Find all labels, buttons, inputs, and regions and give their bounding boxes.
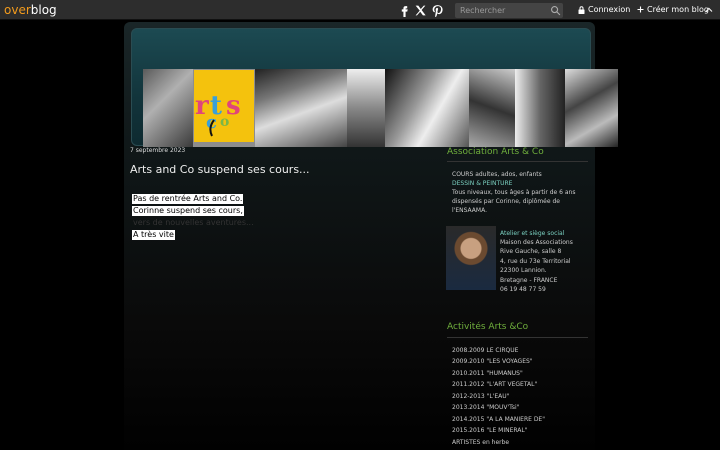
banner-photo <box>385 69 469 147</box>
logo-over: over <box>4 3 31 17</box>
create-blog-link[interactable]: Créer mon blog <box>637 4 709 15</box>
post-date: 7 septembre 2023 <box>130 147 186 154</box>
banner-photo <box>515 69 565 147</box>
facebook-icon[interactable] <box>397 3 411 17</box>
activity-link[interactable]: 2013.2014 "MOUV'Tsi" <box>452 404 519 411</box>
banner-photo <box>255 69 347 147</box>
sidebar-divider <box>447 337 588 338</box>
post-line: Corinne suspend ses cours, <box>132 206 244 216</box>
activity-link[interactable]: 2012-2013 "L'EAU" <box>452 393 509 400</box>
post-line: vers de nouvelles aventures... <box>133 218 254 227</box>
overblog-logo[interactable]: overblog <box>4 2 57 18</box>
avatar <box>446 226 496 290</box>
post-line: Pas de rentrée Arts and Co. <box>132 194 244 204</box>
activity-link[interactable]: 2008.2009 LE CIRQUE <box>452 347 518 354</box>
search-input[interactable] <box>455 3 563 18</box>
activity-link[interactable]: 2010.2011 "HUMANUS" <box>452 370 523 377</box>
arts-and-co-logo-art: a r t s c o <box>178 70 254 142</box>
sidebar-title-association: Association Arts & Co <box>447 147 544 157</box>
post-line: A très vite <box>132 230 175 240</box>
pinterest-icon[interactable] <box>430 3 444 17</box>
login-link[interactable]: Connexion <box>578 4 630 15</box>
chevron-up-icon[interactable] <box>704 5 714 15</box>
post-title[interactable]: Arts and Co suspend ses cours... <box>130 163 310 176</box>
activity-link[interactable]: ARTISTES en herbe <box>452 439 509 446</box>
banner-photo <box>469 69 515 147</box>
login-label: Connexion <box>588 5 631 14</box>
logo-blog: blog <box>30 3 57 17</box>
x-icon[interactable] <box>413 3 427 17</box>
banner-photo <box>143 69 193 147</box>
activity-link[interactable]: 2009.2010 "LES VOYAGES" <box>452 358 533 365</box>
address-line: Rive Gauche, salle 8 <box>500 248 562 255</box>
activity-link[interactable]: 2014.2015 "A LA MANIERE DE" <box>452 416 545 423</box>
address-line: 22300 Lannion. <box>500 267 547 274</box>
banner-photo <box>347 69 385 147</box>
activity-link[interactable]: 2015.2016 "LE MINERAL" <box>452 427 528 434</box>
top-bar: overblog Connexion Créer mon blog <box>0 0 720 20</box>
search-icon[interactable] <box>550 5 561 16</box>
plus-icon <box>637 6 644 13</box>
lock-icon <box>578 5 585 14</box>
address-phone: 06 19 48 77 59 <box>500 286 546 293</box>
banner-photo <box>565 69 618 147</box>
sidebar-title-activites: Activités Arts &Co <box>447 322 529 332</box>
activity-link[interactable]: 2011.2012 "L'ART VEGETAL" <box>452 381 537 388</box>
svg-text:o: o <box>220 114 229 130</box>
create-blog-label: Créer mon blog <box>647 5 709 14</box>
sidebar-desc-line: l'ENSAAMA. <box>452 207 487 214</box>
arts-and-co-logo: a r t s c o <box>178 70 254 142</box>
sidebar-divider <box>447 161 588 162</box>
